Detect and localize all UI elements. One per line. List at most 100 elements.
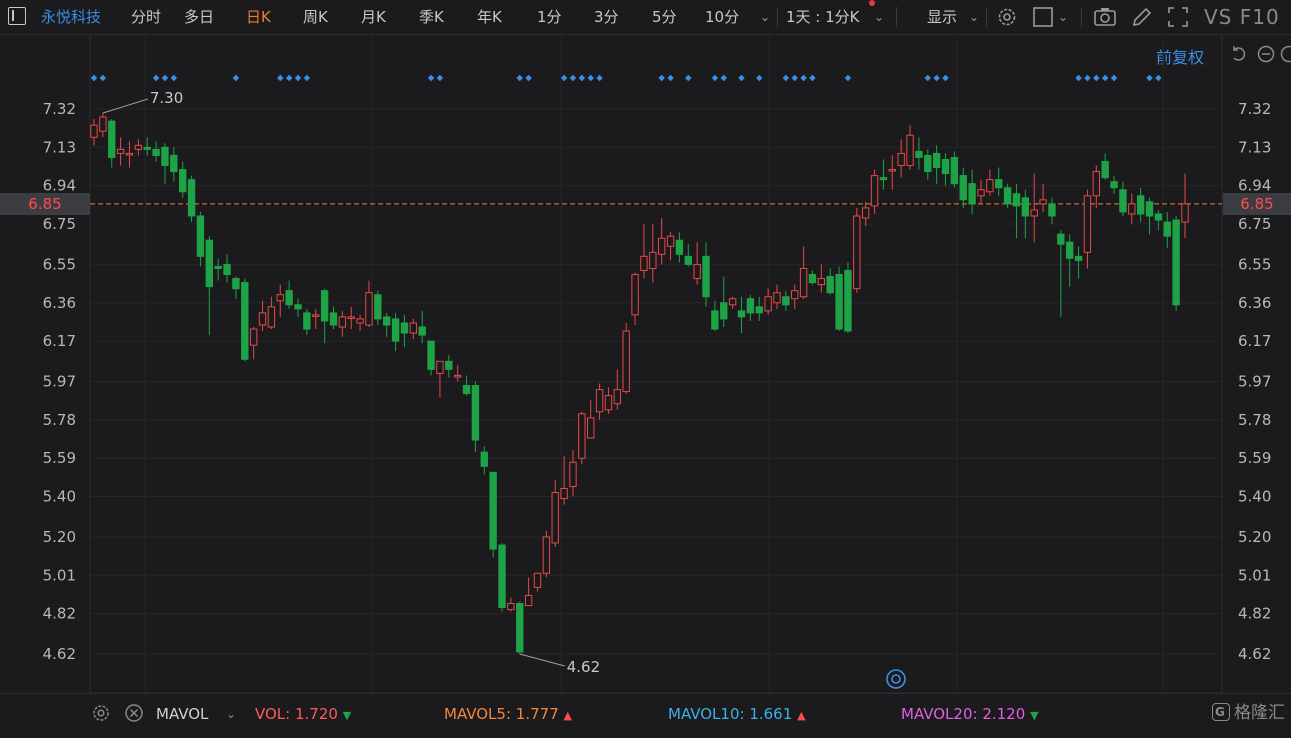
stock-name[interactable]: 永悦科技 bbox=[41, 6, 101, 28]
candle-down bbox=[1075, 256, 1081, 260]
candle-down bbox=[472, 386, 478, 441]
y-tick-label-left: 6.75 bbox=[43, 215, 76, 233]
sidebar-toggle-icon[interactable] bbox=[8, 7, 26, 25]
tab-period-9[interactable]: 5分 bbox=[652, 6, 677, 28]
candle-down bbox=[809, 275, 815, 283]
chevron-down-icon[interactable]: ⌄ bbox=[226, 704, 236, 724]
locate-icon-inner bbox=[892, 675, 900, 683]
tab-period-7[interactable]: 1分 bbox=[537, 6, 562, 28]
candle-down bbox=[215, 266, 221, 268]
signal-marker bbox=[517, 75, 523, 81]
toolbar: 永悦科技 分时 多日 日K 周K 月K 季K 年K 1分 3分 5分 10分 ⌄… bbox=[0, 0, 1291, 35]
candle-down bbox=[242, 283, 248, 360]
mavol20-label: MAVOL20: bbox=[901, 705, 978, 723]
candle-down bbox=[206, 240, 212, 286]
fullscreen-icon[interactable] bbox=[1166, 5, 1190, 29]
signal-marker bbox=[1111, 75, 1117, 81]
y-tick-label-left: 4.82 bbox=[43, 605, 76, 623]
divider bbox=[777, 7, 778, 27]
candle-down bbox=[197, 216, 203, 256]
chevron-down-icon[interactable]: ⌄ bbox=[1058, 6, 1068, 28]
candle-down bbox=[951, 157, 957, 183]
gear-icon[interactable] bbox=[995, 5, 1019, 29]
candle-up bbox=[100, 117, 106, 131]
candle-down bbox=[676, 240, 682, 254]
tab-period-5[interactable]: 季K bbox=[419, 6, 444, 28]
tab-period-8[interactable]: 3分 bbox=[594, 6, 619, 28]
tab-period-10[interactable]: 10分 bbox=[705, 6, 739, 28]
candle-down bbox=[109, 121, 115, 157]
candle-up bbox=[259, 313, 265, 325]
candle-down bbox=[446, 361, 452, 369]
tab-period-3[interactable]: 周K bbox=[303, 6, 328, 28]
candle-down bbox=[756, 307, 762, 313]
candle-up bbox=[1093, 172, 1099, 196]
candle-up bbox=[268, 307, 274, 327]
candle-down bbox=[685, 256, 691, 264]
candle-up bbox=[366, 293, 372, 325]
candle-down bbox=[845, 270, 851, 331]
tab-period-0[interactable]: 分时 bbox=[131, 6, 161, 28]
signal-marker bbox=[304, 75, 310, 81]
candle-up bbox=[889, 170, 895, 172]
vs-f10-button[interactable]: VS F10 bbox=[1204, 5, 1280, 29]
signal-marker bbox=[171, 75, 177, 81]
signal-marker bbox=[1093, 75, 1099, 81]
candlestick-chart[interactable]: 7.327.327.137.136.946.946.756.756.556.55… bbox=[0, 34, 1291, 693]
camera-icon[interactable] bbox=[1093, 5, 1117, 29]
candle-down bbox=[1049, 204, 1055, 216]
candle-down bbox=[392, 319, 398, 341]
candle-down bbox=[1155, 214, 1161, 220]
candle-down bbox=[233, 279, 239, 289]
signal-marker bbox=[596, 75, 602, 81]
range-select[interactable]: 1天 : 1分K bbox=[786, 6, 860, 28]
indicator-name[interactable]: MAVOL bbox=[156, 704, 208, 724]
pencil-icon[interactable] bbox=[1130, 5, 1154, 29]
signal-marker bbox=[712, 75, 718, 81]
chevron-down-icon[interactable]: ⌄ bbox=[874, 6, 884, 28]
square-icon[interactable] bbox=[1032, 5, 1056, 29]
tab-period-2[interactable]: 日K bbox=[246, 6, 271, 28]
tab-period-4[interactable]: 月K bbox=[361, 6, 386, 28]
high-annotation-line bbox=[103, 99, 148, 113]
candle-up bbox=[410, 323, 416, 333]
candle-up bbox=[614, 390, 620, 404]
signal-marker bbox=[685, 75, 691, 81]
y-tick-label-right: 6.17 bbox=[1238, 332, 1271, 350]
signal-marker bbox=[809, 75, 815, 81]
mavol20-readout: MAVOL20: 2.120 ▼ bbox=[901, 704, 1039, 726]
close-icon[interactable] bbox=[124, 703, 144, 723]
candle-up bbox=[135, 145, 141, 149]
tab-period-1[interactable]: 多日 bbox=[184, 6, 214, 28]
chevron-down-icon[interactable]: ⌄ bbox=[760, 6, 770, 28]
candle-down bbox=[1111, 182, 1117, 188]
locate-icon[interactable] bbox=[887, 670, 905, 688]
display-menu[interactable]: 显示 bbox=[927, 6, 957, 28]
candle-down bbox=[1066, 242, 1072, 258]
candle-down bbox=[499, 545, 505, 608]
candle-down bbox=[401, 323, 407, 333]
candle-down bbox=[224, 264, 230, 274]
y-tick-label-left: 6.94 bbox=[43, 177, 76, 195]
candle-up bbox=[437, 361, 443, 373]
mavol10-label: MAVOL10: bbox=[668, 705, 745, 723]
gear-icon[interactable] bbox=[91, 703, 111, 723]
chevron-down-icon[interactable]: ⌄ bbox=[969, 6, 979, 28]
candle-up bbox=[250, 329, 256, 345]
signal-marker bbox=[1102, 75, 1108, 81]
candle-down bbox=[703, 256, 709, 296]
signal-marker bbox=[845, 75, 851, 81]
candle-down bbox=[171, 155, 177, 171]
candle-down bbox=[925, 155, 931, 171]
candle-up bbox=[774, 293, 780, 303]
y-tick-label-left: 5.40 bbox=[43, 488, 76, 506]
signal-marker bbox=[1084, 75, 1090, 81]
candle-down bbox=[738, 311, 744, 317]
vol-label: VOL: bbox=[255, 705, 290, 723]
candle-up bbox=[1084, 196, 1090, 253]
y-tick-label-right: 6.94 bbox=[1238, 177, 1271, 195]
candle-up bbox=[818, 279, 824, 285]
candle-down bbox=[712, 311, 718, 329]
tab-period-6[interactable]: 年K bbox=[477, 6, 502, 28]
candle-down bbox=[144, 147, 150, 149]
